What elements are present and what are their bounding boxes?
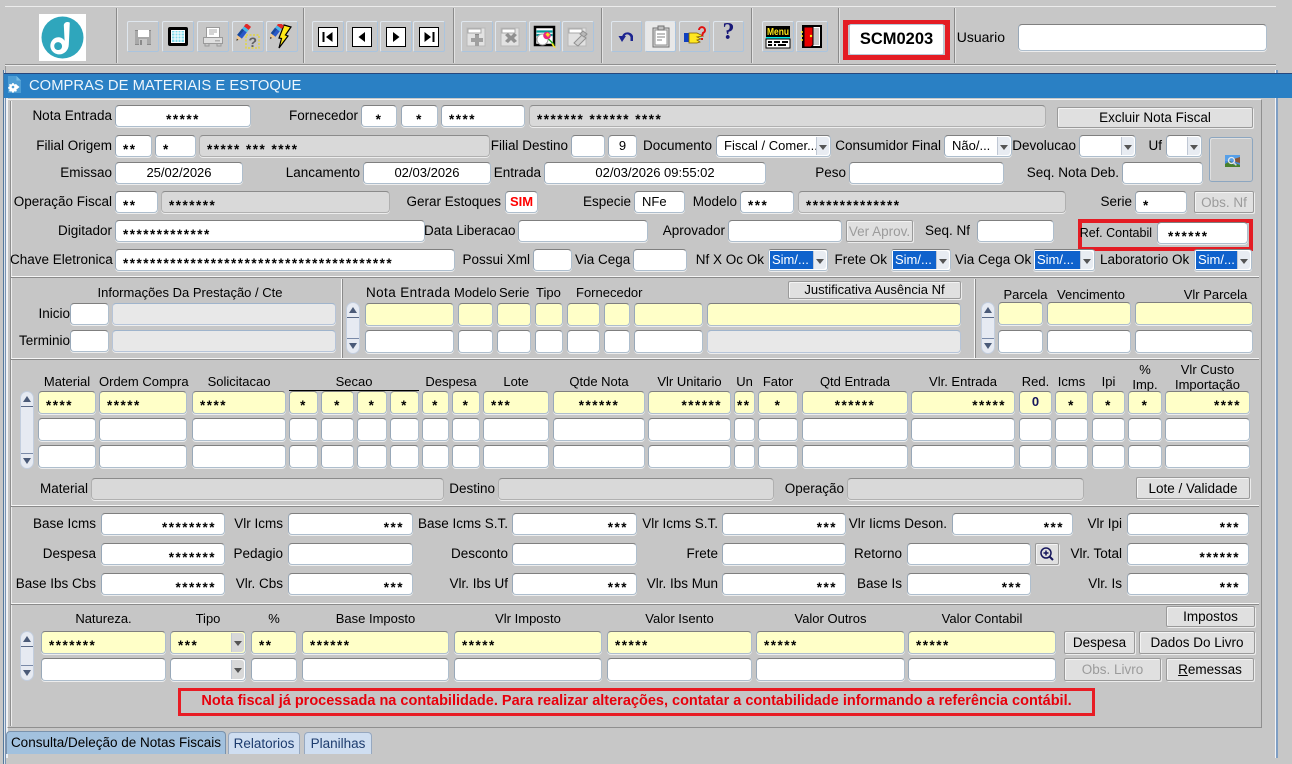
svg-text:?: ?: [249, 34, 258, 50]
svg-text:Menu: Menu: [767, 27, 789, 38]
